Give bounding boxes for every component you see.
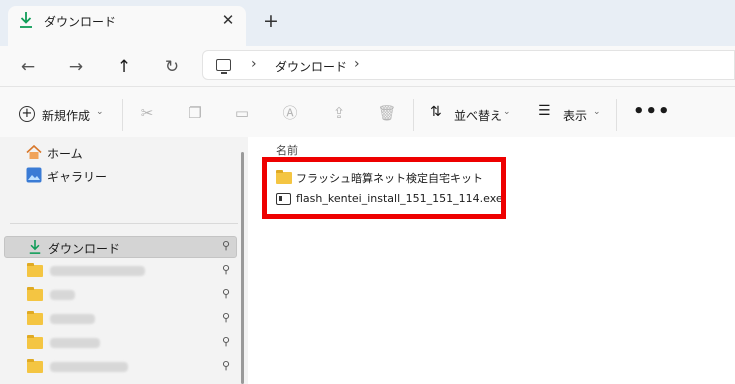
view-button[interactable]: 表示: [563, 107, 587, 124]
download-icon: [20, 12, 32, 28]
sidebar-item-downloads[interactable]: ダウンロード ⚲: [4, 236, 237, 258]
sidebar-item-folder[interactable]: ⚲: [0, 284, 248, 306]
forward-button[interactable]: →: [63, 54, 89, 80]
navigation-bar: ← → ↑ ↻ › ダウンロード ›: [0, 46, 735, 86]
chevron-down-icon: ⌄: [593, 107, 601, 117]
rename-icon[interactable]: Ⓐ: [280, 103, 300, 123]
pin-icon: ⚲: [222, 335, 231, 348]
more-options-button[interactable]: •••: [633, 101, 671, 122]
address-bar[interactable]: › ダウンロード ›: [202, 50, 735, 80]
pin-icon: ⚲: [222, 311, 231, 324]
sidebar-item-label: ホーム: [47, 147, 83, 161]
column-header-name[interactable]: 名前: [276, 142, 298, 158]
refresh-button[interactable]: ↻: [159, 54, 185, 80]
divider: [616, 99, 617, 131]
sidebar-scrollbar[interactable]: [241, 152, 244, 384]
sidebar-item-folder[interactable]: ⚲: [0, 308, 248, 330]
gallery-icon: [26, 167, 42, 183]
delete-icon[interactable]: 🗑: [377, 103, 397, 123]
sidebar-item-folder[interactable]: ⚲: [0, 260, 248, 282]
chevron-down-icon: ⌄: [503, 107, 511, 117]
sidebar-item-folder[interactable]: ⚲: [0, 356, 248, 378]
share-icon[interactable]: ⇪: [329, 103, 349, 123]
sidebar-item-label: ギャラリー: [47, 170, 108, 184]
paste-icon[interactable]: ▭: [232, 103, 252, 123]
pc-stand-icon: [221, 72, 227, 74]
this-pc-icon: [216, 59, 231, 71]
sidebar-item-label: ダウンロード: [48, 242, 121, 256]
new-tab-button[interactable]: +: [261, 11, 281, 31]
divider: [10, 223, 238, 224]
command-bar: + 新規作成 ⌄ ✂ ❐ ▭ Ⓐ ⇪ 🗑 ⇅ 並べ替え ⌄ ☰ 表示 ⌄ •••: [0, 87, 735, 137]
home-icon: [26, 145, 42, 159]
redacted-label: [50, 290, 75, 300]
folder-icon: [27, 311, 43, 325]
pin-icon: ⚲: [222, 239, 231, 252]
folder-icon: [27, 263, 43, 277]
copy-icon[interactable]: ❐: [185, 103, 205, 123]
plus-circle-icon: +: [19, 106, 35, 122]
redacted-label: [50, 266, 145, 276]
up-button[interactable]: ↑: [111, 54, 137, 80]
pin-icon: ⚲: [222, 287, 231, 300]
view-icon: ☰: [538, 103, 551, 119]
sidebar-item-folder[interactable]: ⚲: [0, 332, 248, 354]
divider: [413, 99, 414, 131]
folder-icon: [27, 335, 43, 349]
folder-icon: [27, 287, 43, 301]
navigation-pane: ホーム ギャラリー ダウンロード ⚲ ⚲ ⚲ ⚲ ⚲ ⚲: [0, 137, 248, 384]
download-icon: [29, 240, 41, 254]
sidebar-item-gallery[interactable]: ギャラリー: [0, 164, 248, 186]
breadcrumb-downloads[interactable]: ダウンロード: [275, 58, 347, 75]
close-icon[interactable]: ✕: [218, 10, 238, 30]
sort-button[interactable]: 並べ替え: [454, 107, 502, 124]
redacted-label: [50, 338, 100, 348]
highlight-box: [262, 157, 506, 219]
sidebar-item-home[interactable]: ホーム: [0, 141, 248, 163]
chevron-down-icon: ⌄: [96, 107, 104, 117]
cut-icon[interactable]: ✂: [137, 103, 157, 123]
new-button[interactable]: 新規作成: [42, 107, 90, 124]
redacted-label: [50, 314, 95, 324]
folder-icon: [27, 359, 43, 373]
divider: [122, 99, 123, 131]
pin-icon: ⚲: [222, 263, 231, 276]
breadcrumb-separator[interactable]: ›: [354, 56, 360, 72]
redacted-label: [50, 362, 128, 372]
back-button[interactable]: ←: [15, 54, 41, 80]
breadcrumb-separator[interactable]: ›: [251, 56, 257, 72]
sort-icon: ⇅: [430, 104, 442, 120]
pin-icon: ⚲: [222, 359, 231, 372]
tab-title: ダウンロード: [44, 15, 117, 29]
